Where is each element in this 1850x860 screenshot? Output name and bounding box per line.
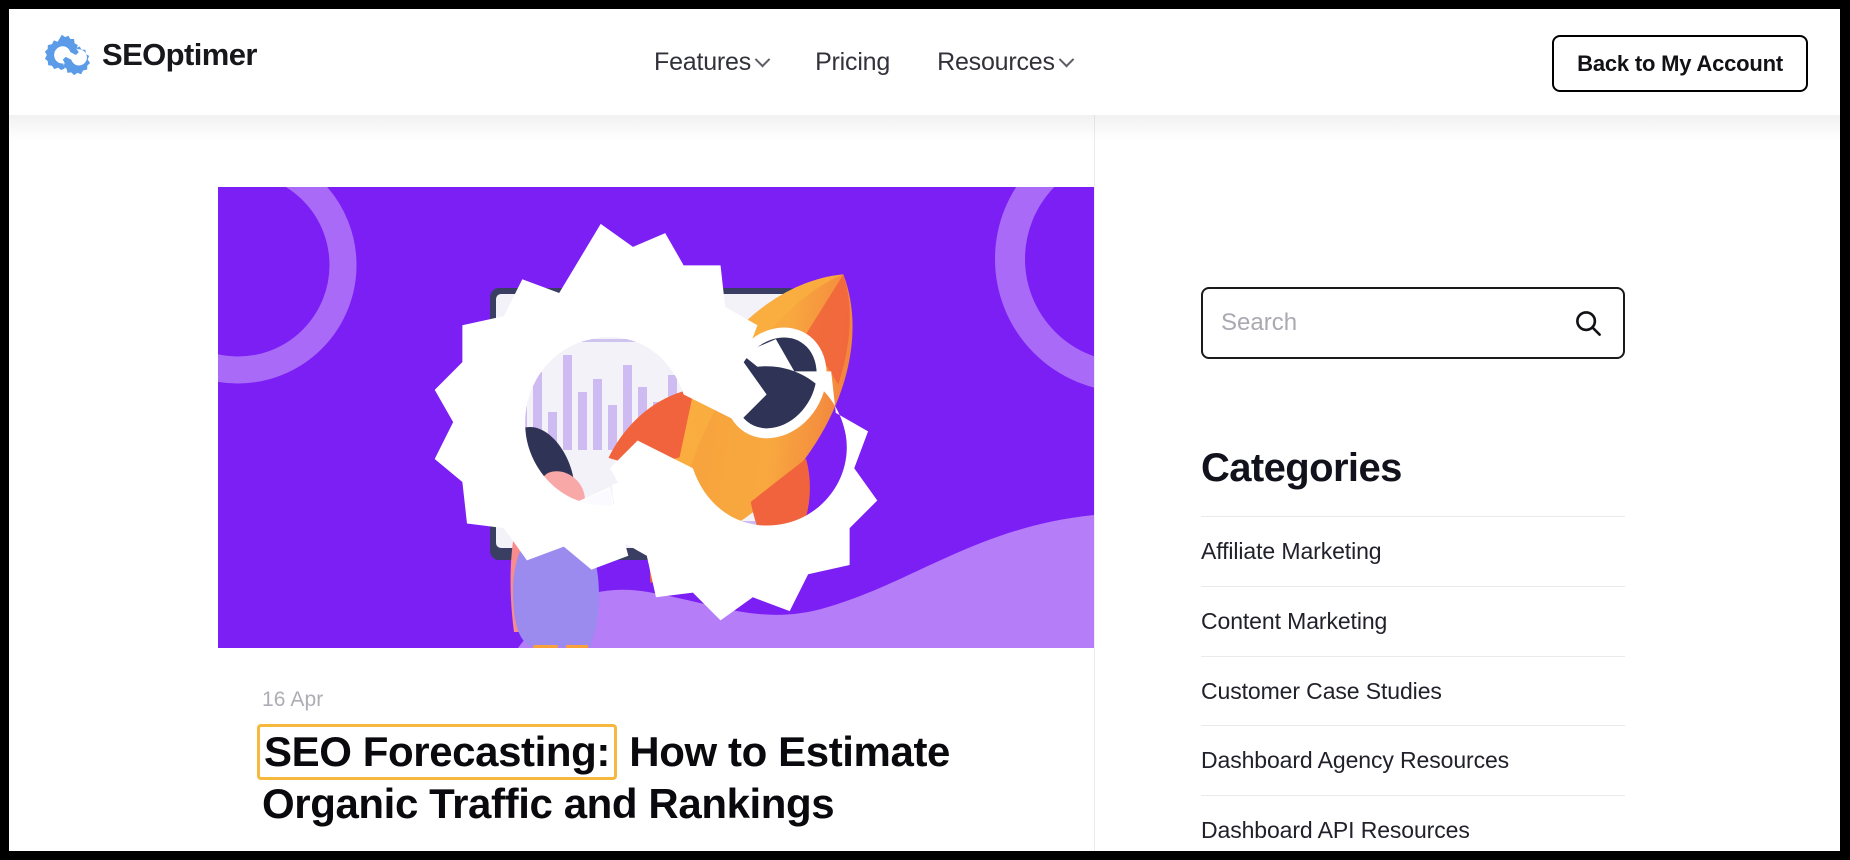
logo-wordmark: SEOptimer	[102, 37, 257, 72]
article-title[interactable]: SEO Forecasting: How to Estimate Organic…	[218, 724, 1038, 827]
main-navigation: Features Pricing Resources	[654, 9, 1075, 115]
sidebar: Categories Affiliate Marketing Content M…	[1201, 287, 1625, 851]
search-box[interactable]	[1201, 287, 1625, 359]
nav-item-pricing[interactable]: Pricing	[815, 47, 891, 76]
page-root: SEOptimer Features Pricing Resources Bac…	[9, 9, 1840, 851]
article-hero-image	[218, 187, 1094, 648]
nav-item-label: Pricing	[815, 47, 891, 76]
column-divider	[1094, 115, 1095, 851]
site-logo[interactable]: SEOptimer	[44, 31, 257, 78]
hero-watermark-logo-icon	[434, 223, 878, 621]
nav-item-features[interactable]: Features	[654, 47, 771, 76]
chevron-down-icon	[754, 51, 771, 67]
page-content: 16 Apr SEO Forecasting: How to Estimate …	[9, 115, 1840, 851]
search-icon[interactable]	[1573, 308, 1603, 338]
nav-item-resources[interactable]: Resources	[937, 47, 1075, 76]
seoptimer-gear-logo-icon	[44, 34, 91, 76]
category-item-affiliate-marketing[interactable]: Affiliate Marketing	[1201, 516, 1625, 586]
search-input[interactable]	[1203, 289, 1573, 357]
site-header: SEOptimer Features Pricing Resources Bac…	[9, 9, 1840, 115]
article-card[interactable]: 16 Apr SEO Forecasting: How to Estimate …	[218, 187, 1094, 827]
category-item-dashboard-api-resources[interactable]: Dashboard API Resources	[1201, 795, 1625, 851]
category-item-content-marketing[interactable]: Content Marketing	[1201, 585, 1625, 656]
categories-heading: Categories	[1201, 446, 1402, 490]
back-to-my-account-button[interactable]: Back to My Account	[1552, 35, 1808, 92]
category-item-customer-case-studies[interactable]: Customer Case Studies	[1201, 655, 1625, 726]
nav-item-label: Features	[654, 47, 752, 76]
chevron-down-icon	[1058, 51, 1075, 67]
article-date: 16 Apr	[262, 688, 324, 711]
article-title-highlight: SEO Forecasting:	[257, 724, 618, 781]
category-item-dashboard-agency-resources[interactable]: Dashboard Agency Resources	[1201, 725, 1625, 795]
browser-frame: SEOptimer Features Pricing Resources Bac…	[0, 0, 1850, 860]
category-list: Affiliate Marketing Content Marketing Cu…	[1201, 516, 1625, 851]
nav-item-label: Resources	[937, 47, 1055, 76]
